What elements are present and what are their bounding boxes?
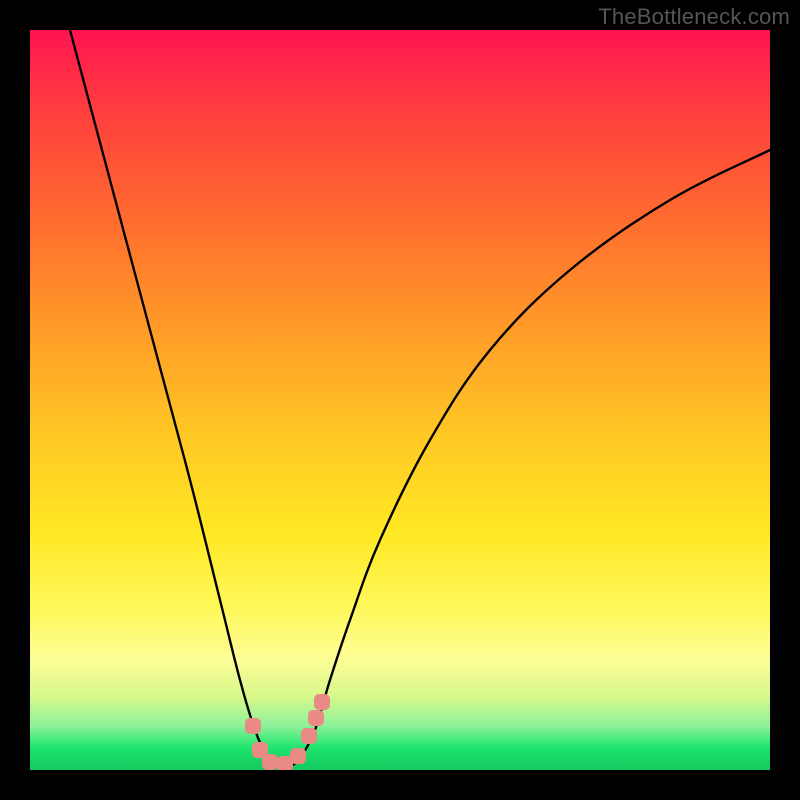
curve-path [70,30,770,768]
cluster-marker [290,748,306,764]
cluster-marker [245,718,261,734]
watermark-text: TheBottleneck.com [598,4,790,30]
cluster-marker [314,694,330,710]
cluster-marker [301,728,317,744]
bottleneck-curve [70,30,770,768]
chart-svg [30,30,770,770]
cluster-marker [262,754,278,770]
chart-plot-area [30,30,770,770]
cluster-marker [308,710,324,726]
bottom-cluster-markers [245,694,330,770]
